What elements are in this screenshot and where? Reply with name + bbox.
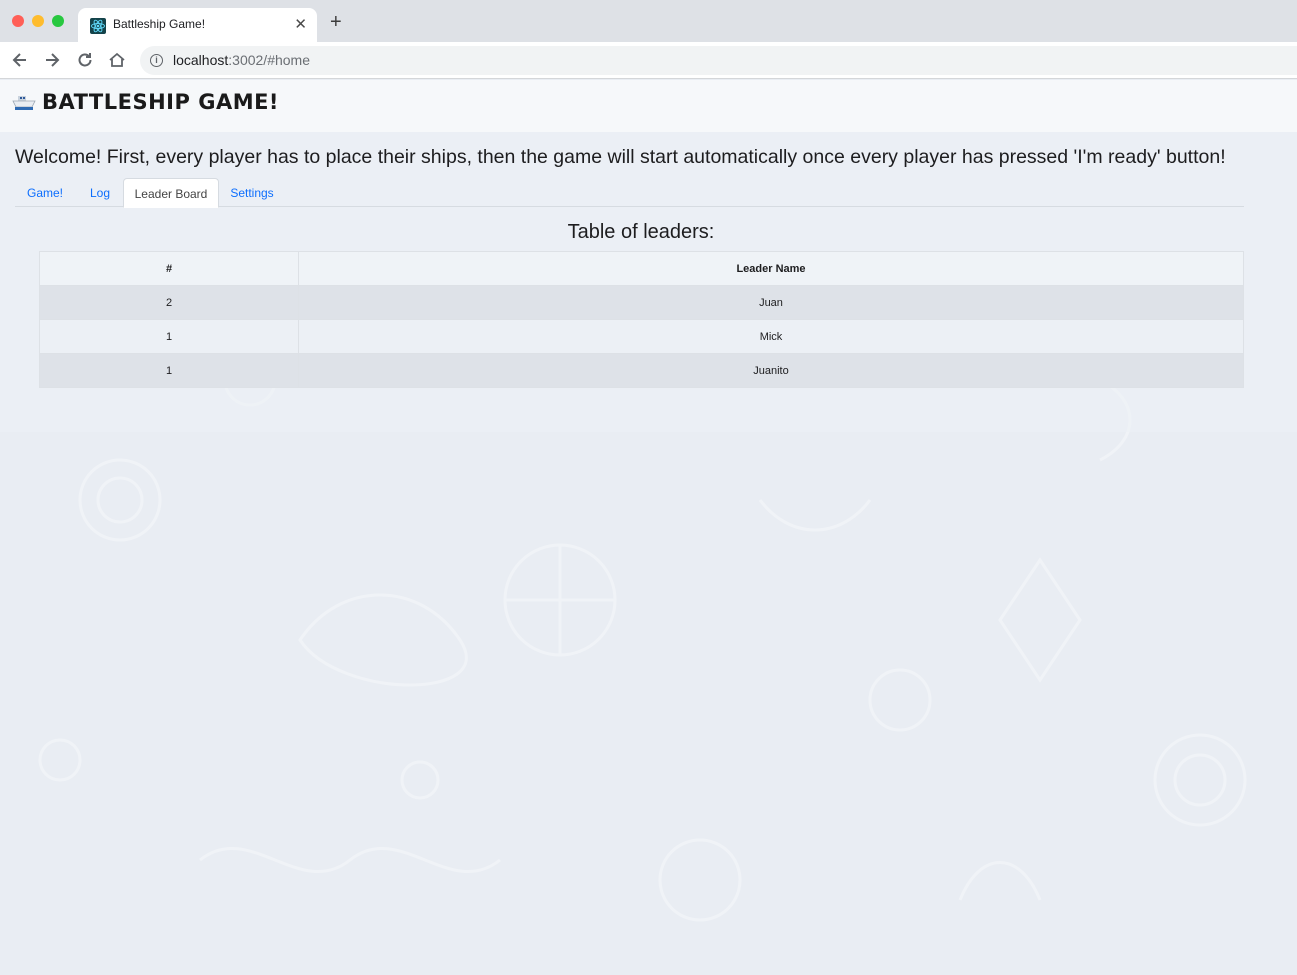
rank-cell: 2 bbox=[39, 285, 299, 320]
address-bar[interactable]: i localhost:3002/#home bbox=[140, 46, 1297, 75]
rank-cell: 1 bbox=[39, 319, 299, 354]
window-close-button[interactable] bbox=[12, 15, 24, 27]
leader-name-cell: Mick bbox=[298, 319, 1244, 354]
table-row: 2 Juan bbox=[39, 285, 1244, 320]
site-header: BATTLESHIP GAME! bbox=[0, 80, 1297, 132]
tab-leader-board[interactable]: Leader Board bbox=[123, 178, 219, 208]
ship-icon bbox=[12, 94, 36, 112]
rank-cell: 1 bbox=[39, 353, 299, 388]
page-content: BATTLESHIP GAME! Welcome! First, every p… bbox=[0, 80, 1297, 975]
reload-icon[interactable] bbox=[75, 50, 95, 70]
back-arrow-icon[interactable] bbox=[10, 50, 30, 70]
window-minimize-button[interactable] bbox=[32, 15, 44, 27]
welcome-message: Welcome! First, every player has to plac… bbox=[15, 146, 1226, 168]
browser-toolbar: i localhost:3002/#home bbox=[0, 42, 1297, 79]
browser-tab[interactable]: Battleship Game! ✕ bbox=[78, 8, 317, 42]
home-icon[interactable] bbox=[107, 50, 127, 70]
tab-settings[interactable]: Settings bbox=[223, 178, 281, 207]
column-header-rank: # bbox=[39, 251, 299, 286]
leaderboard-table: # Leader Name 2 Juan 1 Mick 1 Juanito bbox=[39, 251, 1244, 388]
tab-game[interactable]: Game! bbox=[15, 178, 75, 207]
url-text: localhost:3002/#home bbox=[173, 52, 310, 68]
table-row: 1 Juanito bbox=[39, 353, 1244, 388]
table-header-row: # Leader Name bbox=[39, 251, 1244, 286]
leaderboard-title: Table of leaders: bbox=[567, 221, 715, 243]
table-row: 1 Mick bbox=[39, 319, 1244, 354]
tab-close-icon[interactable]: ✕ bbox=[294, 15, 307, 33]
window-maximize-button[interactable] bbox=[52, 15, 64, 27]
leader-name-cell: Juanito bbox=[298, 353, 1244, 388]
column-header-leader-name: Leader Name bbox=[298, 251, 1244, 286]
leader-name-cell: Juan bbox=[298, 285, 1244, 320]
new-tab-button[interactable]: + bbox=[330, 12, 342, 32]
forward-arrow-icon[interactable] bbox=[42, 50, 62, 70]
browser-tab-title: Battleship Game! bbox=[113, 17, 206, 31]
site-title: BATTLESHIP GAME! bbox=[42, 90, 280, 114]
site-info-icon[interactable]: i bbox=[150, 54, 163, 67]
react-favicon-icon bbox=[90, 18, 106, 34]
tab-log[interactable]: Log bbox=[79, 178, 121, 207]
nav-tabs: Game! Log Leader Board Settings bbox=[15, 178, 1244, 208]
browser-tabstrip: Battleship Game! ✕ + bbox=[0, 0, 1297, 42]
